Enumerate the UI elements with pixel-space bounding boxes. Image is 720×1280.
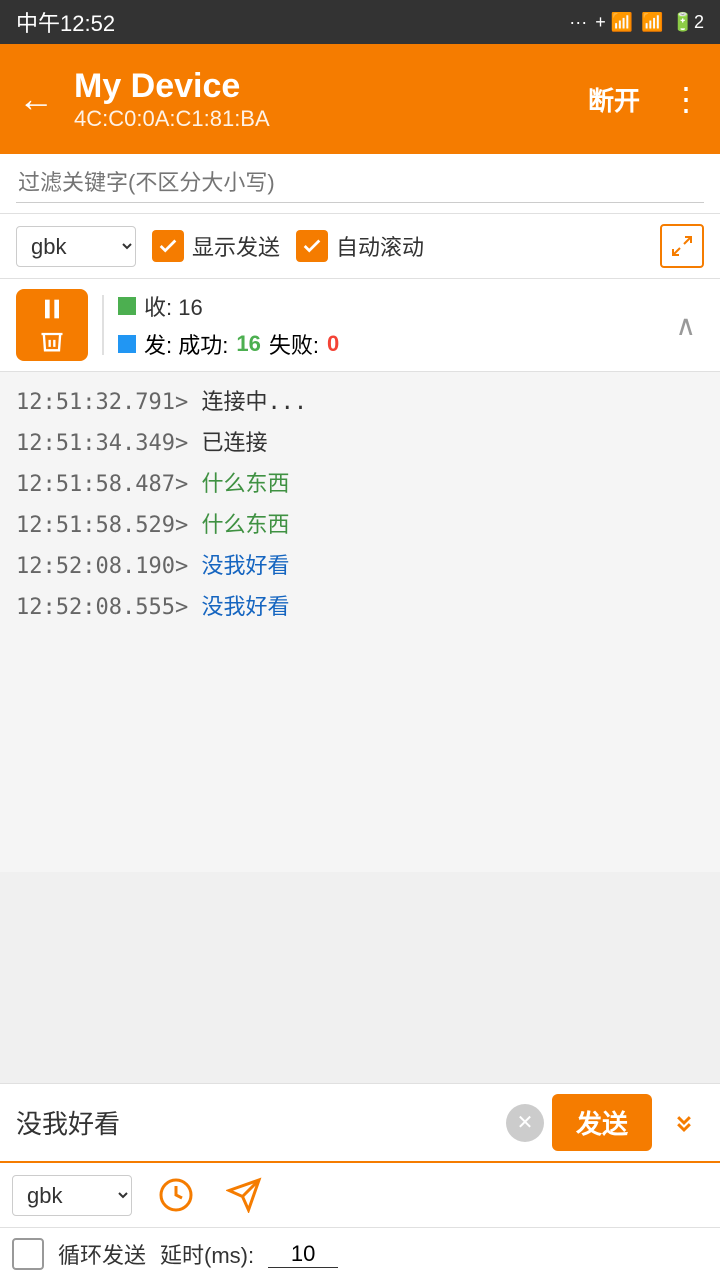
log-area: 12:51:32.791> 连接中...12:51:34.349> 已连接12:… bbox=[0, 372, 720, 872]
send-template-button[interactable] bbox=[220, 1171, 268, 1219]
send-success-count: 16 bbox=[236, 331, 260, 357]
auto-scroll-label: 自动滚动 bbox=[336, 230, 424, 262]
clear-input-button[interactable]: ✕ bbox=[506, 1104, 544, 1142]
send-fail-prefix: 失败: bbox=[269, 328, 319, 360]
divider bbox=[102, 295, 104, 355]
back-button[interactable]: ← bbox=[12, 72, 60, 126]
expand-button[interactable] bbox=[660, 224, 704, 268]
delay-label: 延时(ms): bbox=[160, 1238, 254, 1270]
send-dot bbox=[118, 335, 136, 353]
log-timestamp: 12:51:34.349> bbox=[16, 431, 201, 456]
input-row: ✕ 发送 bbox=[0, 1084, 720, 1163]
message-input[interactable] bbox=[12, 1101, 498, 1144]
disconnect-button[interactable]: 断开 bbox=[578, 75, 650, 124]
bottom-area: ✕ 发送 gbk utf-8 ascii bbox=[0, 1083, 720, 1280]
log-message: 连接中... bbox=[201, 390, 307, 415]
collapse-button[interactable]: ∧ bbox=[668, 305, 705, 346]
recv-dot bbox=[118, 297, 136, 315]
status-icons: ··· + 📶 📶 🔋2 bbox=[569, 12, 704, 33]
signal-dots-icon: ··· bbox=[569, 12, 587, 33]
delay-input[interactable] bbox=[268, 1241, 338, 1268]
history-button[interactable] bbox=[152, 1171, 200, 1219]
top-bar-title: My Device 4C:C0:0A:C1:81:BA bbox=[74, 66, 564, 133]
auto-scroll-checkbox[interactable] bbox=[296, 230, 328, 262]
expand-down-button[interactable] bbox=[660, 1099, 708, 1147]
battery-icon: 🔋2 bbox=[672, 12, 704, 33]
top-bar: ← My Device 4C:C0:0A:C1:81:BA 断开 ⋮ bbox=[0, 44, 720, 154]
show-send-group: 显示发送 bbox=[152, 230, 280, 262]
auto-scroll-group: 自动滚动 bbox=[296, 230, 424, 262]
log-line: 12:52:08.190> 没我好看 bbox=[16, 546, 704, 587]
send-fail-count: 0 bbox=[327, 331, 339, 357]
controls-bar: gbk utf-8 ascii 显示发送 自动滚动 bbox=[0, 214, 720, 279]
recv-stats: 收: 16 bbox=[118, 290, 668, 322]
show-send-checkbox[interactable] bbox=[152, 230, 184, 262]
device-mac: 4C:C0:0A:C1:81:BA bbox=[74, 106, 564, 132]
stats-text: 收: 16 发: 成功: 16 失败: 0 bbox=[118, 290, 668, 360]
pause-clear-button[interactable] bbox=[16, 289, 88, 361]
stats-bar: 收: 16 发: 成功: 16 失败: 0 ∧ bbox=[0, 279, 720, 372]
log-line: 12:51:32.791> 连接中... bbox=[16, 382, 704, 423]
show-send-label: 显示发送 bbox=[192, 230, 280, 262]
log-message: 什么东西 bbox=[201, 472, 289, 497]
encoding-select-bottom[interactable]: gbk utf-8 ascii bbox=[12, 1175, 132, 1216]
log-line: 12:51:58.487> 什么东西 bbox=[16, 464, 704, 505]
loop-row: 循环发送 延时(ms): bbox=[0, 1228, 720, 1280]
send-stats: 发: 成功: 16 失败: 0 bbox=[118, 328, 668, 360]
loop-checkbox[interactable] bbox=[12, 1238, 44, 1270]
log-timestamp: 12:51:58.487> bbox=[16, 472, 201, 497]
log-message: 没我好看 bbox=[201, 595, 289, 620]
log-timestamp: 12:52:08.190> bbox=[16, 554, 201, 579]
status-bar: 中午12:52 ··· + 📶 📶 🔋2 bbox=[0, 0, 720, 44]
log-timestamp: 12:51:58.529> bbox=[16, 513, 201, 538]
bluetooth-icon: + 📶 bbox=[595, 12, 633, 33]
device-name: My Device bbox=[74, 66, 564, 107]
log-timestamp: 12:51:32.791> bbox=[16, 390, 201, 415]
encoding-select[interactable]: gbk utf-8 ascii bbox=[16, 226, 136, 267]
filter-input[interactable] bbox=[16, 164, 704, 203]
bottom-tools: gbk utf-8 ascii bbox=[0, 1163, 720, 1228]
send-button[interactable]: 发送 bbox=[552, 1094, 652, 1151]
more-menu-button[interactable]: ⋮ bbox=[664, 74, 708, 124]
log-line: 12:52:08.555> 没我好看 bbox=[16, 587, 704, 628]
wifi-icon: 📶 bbox=[641, 12, 663, 33]
send-prefix-label: 发: 成功: bbox=[144, 328, 228, 360]
status-time: 中午12:52 bbox=[16, 6, 115, 38]
log-line: 12:51:34.349> 已连接 bbox=[16, 423, 704, 464]
log-message: 已连接 bbox=[201, 431, 267, 456]
filter-bar bbox=[0, 154, 720, 214]
log-message: 没我好看 bbox=[201, 554, 289, 579]
log-timestamp: 12:52:08.555> bbox=[16, 595, 201, 620]
loop-label: 循环发送 bbox=[58, 1238, 146, 1270]
recv-label: 收: 16 bbox=[144, 290, 203, 322]
log-line: 12:51:58.529> 什么东西 bbox=[16, 505, 704, 546]
log-message: 什么东西 bbox=[201, 513, 289, 538]
